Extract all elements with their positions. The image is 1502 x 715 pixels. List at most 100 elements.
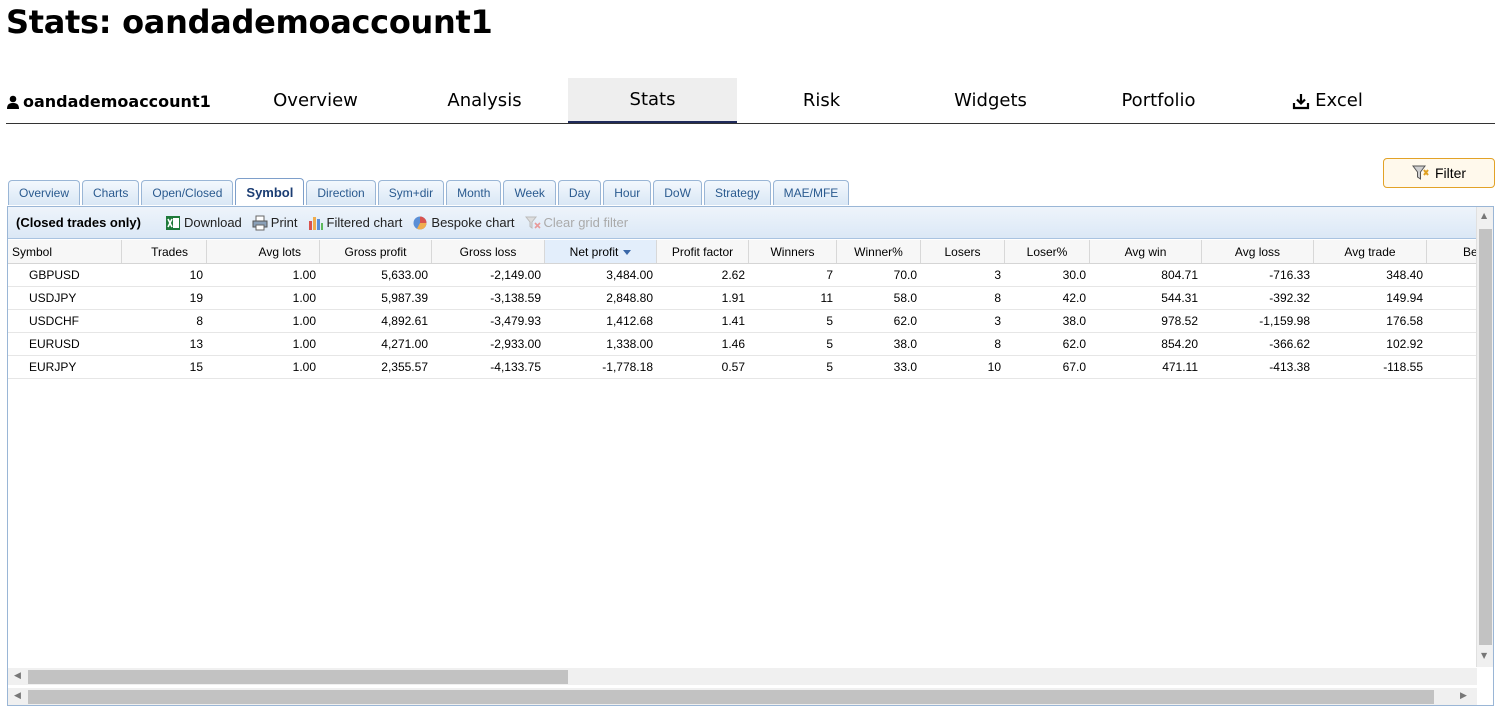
cell-trades: 13 [189, 337, 203, 351]
cell-winners: 5 [826, 360, 833, 374]
cell-avg-win: 804.71 [1161, 268, 1198, 282]
scroll-left-arrow-icon[interactable]: ◀ [14, 671, 21, 681]
filter-label: Filter [1434, 165, 1467, 181]
cell-winners: 11 [820, 291, 833, 305]
table-row[interactable]: USDJPY 19 1.00 5,987.39 -3,138.59 2,848.80 1.9… [8, 287, 1477, 310]
cell-avg-loss: -716.33 [1269, 268, 1310, 282]
cell-winner-pct: 70.0 [893, 268, 917, 282]
cell-loser-pct: 38.0 [1062, 314, 1086, 328]
filter-icon [1411, 165, 1429, 180]
col-header-winner-pct[interactable]: Winner% [837, 240, 921, 263]
horizontal-scroll-thumb-outer[interactable] [28, 690, 1434, 704]
subtab-overview[interactable]: Overview [8, 180, 81, 205]
nav-tab-excel[interactable]: Excel [1243, 78, 1412, 123]
scroll-right-arrow-icon[interactable]: ▶ [1460, 691, 1467, 701]
cell-winners: 5 [826, 337, 833, 351]
col-header-loser-pct[interactable]: Loser% [1005, 240, 1090, 263]
nav-tab-portfolio[interactable]: Portfolio [1074, 78, 1243, 123]
col-header-net-profit[interactable]: Net profit [545, 240, 657, 263]
col-header-avg-win[interactable]: Avg win [1090, 240, 1202, 263]
col-header-symbol[interactable]: Symbol [8, 240, 122, 263]
clear-filter-label: Clear grid filter [543, 215, 629, 230]
filter-button[interactable]: Filter [1383, 158, 1495, 188]
col-header-losers[interactable]: Losers [921, 240, 1005, 263]
cell-gross-loss: -2,933.00 [490, 337, 541, 351]
col-header-avg-loss[interactable]: Avg loss [1202, 240, 1314, 263]
subtab-charts[interactable]: Charts [82, 180, 140, 205]
subtab-direction[interactable]: Direction [306, 180, 376, 205]
filtered-chart-label: Filtered chart [326, 215, 403, 230]
bar-chart-icon [308, 216, 323, 230]
table-row[interactable]: EURUSD 13 1.00 4,271.00 -2,933.00 1,338.00 1.4… [8, 333, 1477, 356]
table-row[interactable]: EURJPY 15 1.00 2,355.57 -4,133.75 -1,778.18 0.… [8, 356, 1477, 379]
filtered-chart-button[interactable]: Filtered chart [308, 215, 403, 231]
col-header-truncated[interactable]: Be [1427, 240, 1477, 263]
scroll-left-arrow-icon[interactable]: ◀ [14, 691, 21, 701]
subtab-week[interactable]: Week [503, 180, 556, 205]
cell-avg-loss: -413.38 [1269, 360, 1310, 374]
horizontal-scrollbar-inner[interactable]: ◀ [8, 668, 1477, 685]
cell-avg-loss: -366.62 [1269, 337, 1310, 351]
col-header-winners[interactable]: Winners [749, 240, 837, 263]
cell-losers: 10 [987, 360, 1001, 374]
account-name: oandademoaccount1 [23, 92, 211, 111]
horizontal-scroll-thumb-inner[interactable] [28, 670, 568, 684]
cell-winner-pct: 38.0 [893, 337, 917, 351]
cell-symbol: EURUSD [29, 337, 80, 351]
vertical-scrollbar[interactable]: ▲ ▼ [1476, 207, 1493, 667]
subtab-strategy[interactable]: Strategy [703, 180, 771, 205]
clear-filter-icon [524, 216, 541, 229]
cell-profit-factor: 1.91 [721, 291, 745, 305]
clear-grid-filter-button[interactable]: Clear grid filter [524, 215, 629, 231]
subtab-hour[interactable]: Hour [603, 180, 652, 205]
cell-avg-trade: 176.58 [1386, 314, 1423, 328]
print-label: Print [270, 215, 298, 230]
nav-tab-overview[interactable]: Overview [231, 78, 400, 123]
bespoke-chart-button[interactable]: Bespoke chart [412, 215, 515, 231]
subtab-symbol[interactable]: Symbol [235, 178, 305, 205]
col-header-trades[interactable]: Trades [122, 240, 207, 263]
nav-tab-risk[interactable]: Risk [737, 78, 906, 123]
nav-tab-widgets[interactable]: Widgets [906, 78, 1075, 123]
cell-gross-loss: -3,479.93 [490, 314, 541, 328]
sort-desc-icon [623, 249, 632, 255]
scroll-down-arrow-icon[interactable]: ▼ [1481, 651, 1487, 660]
download-icon [1293, 93, 1310, 109]
download-label: Download [183, 215, 242, 230]
col-header-avg-trade[interactable]: Avg trade [1314, 240, 1427, 263]
print-button[interactable]: Print [252, 215, 298, 231]
horizontal-scrollbar-outer[interactable]: ◀ ▶ [8, 688, 1477, 705]
cell-avg-loss: -392.32 [1269, 291, 1310, 305]
nav-tab-analysis[interactable]: Analysis [400, 78, 569, 123]
nav-tab-stats[interactable]: Stats [568, 78, 737, 123]
table-row[interactable]: GBPUSD 10 1.00 5,633.00 -2,149.00 3,484.00 2.6… [8, 264, 1477, 287]
table-row[interactable]: USDCHF 8 1.00 4,892.61 -3,479.93 1,412.68 1.41… [8, 310, 1477, 333]
cell-profit-factor: 1.46 [721, 337, 745, 351]
subtab-month[interactable]: Month [446, 180, 502, 205]
cell-avg-win: 544.31 [1161, 291, 1198, 305]
cell-symbol: EURJPY [29, 360, 77, 374]
subtab-day[interactable]: Day [557, 180, 602, 205]
cell-gross-profit: 4,892.61 [381, 314, 428, 328]
cell-trades: 8 [196, 314, 203, 328]
cell-avg-lots: 1.00 [292, 291, 316, 305]
subtab-dow[interactable]: DoW [653, 180, 702, 205]
cell-gross-profit: 4,271.00 [381, 337, 428, 351]
cell-avg-lots: 1.00 [292, 268, 316, 282]
cell-losers: 3 [994, 268, 1001, 282]
col-header-profit-factor[interactable]: Profit factor [657, 240, 749, 263]
vertical-scroll-thumb[interactable] [1479, 229, 1492, 645]
subtab-sym-dir[interactable]: Sym+dir [377, 180, 445, 205]
cell-avg-lots: 1.00 [292, 337, 316, 351]
cell-net-profit: 3,484.00 [606, 268, 653, 282]
cell-loser-pct: 67.0 [1062, 360, 1086, 374]
col-header-gross-profit[interactable]: Gross profit [320, 240, 432, 263]
col-header-avg-lots[interactable]: Avg lots [207, 240, 320, 263]
col-header-gross-loss[interactable]: Gross loss [432, 240, 545, 263]
nav-tab-label: Widgets [954, 90, 1027, 111]
subtab-open-closed[interactable]: Open/Closed [141, 180, 234, 205]
cell-winner-pct: 33.0 [893, 360, 917, 374]
scroll-up-arrow-icon[interactable]: ▲ [1481, 211, 1487, 220]
subtab-mae-mfe[interactable]: MAE/MFE [772, 180, 850, 205]
download-button[interactable]: Download [165, 215, 242, 231]
